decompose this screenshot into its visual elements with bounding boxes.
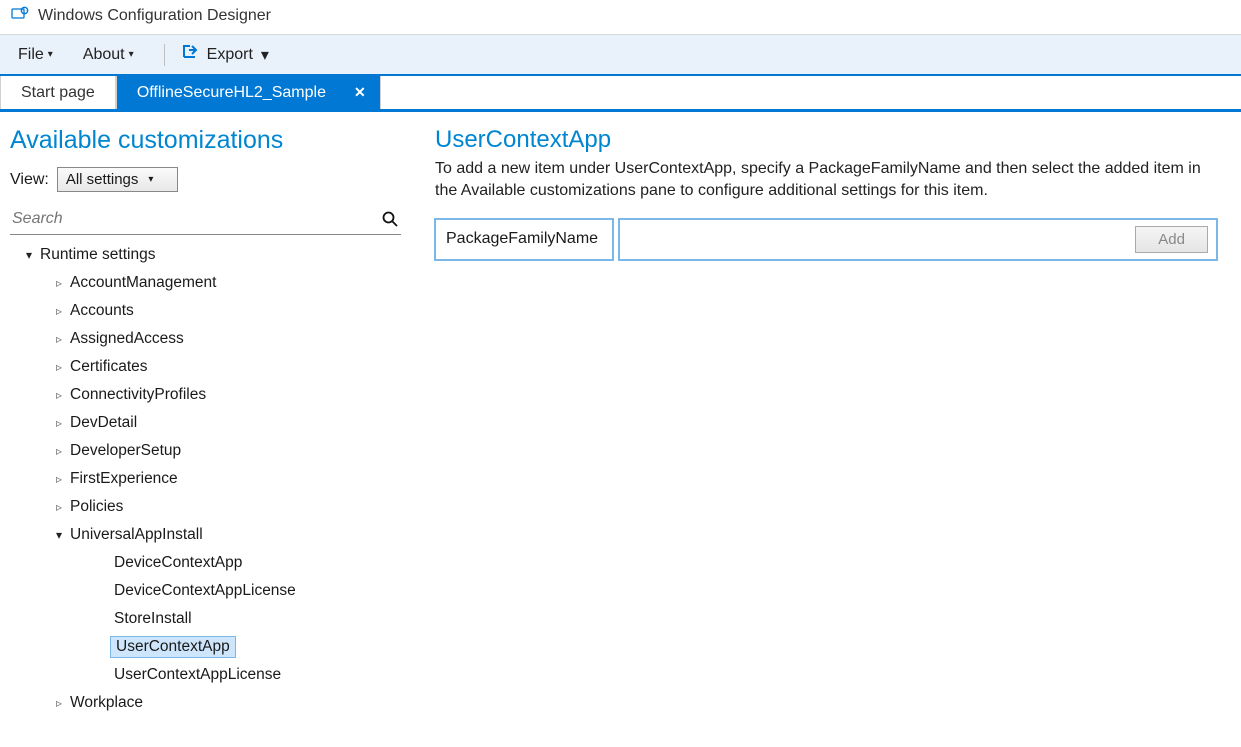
tab-label: OfflineSecureHL2_Sample — [137, 84, 326, 102]
expand-icon — [52, 360, 66, 374]
tree-node-devicecontextapp[interactable]: DeviceContextApp — [10, 549, 401, 577]
tab-project[interactable]: OfflineSecureHL2_Sample ✕ — [116, 76, 381, 109]
tree-node-certificates[interactable]: Certificates — [10, 353, 401, 381]
tree-node-workplace[interactable]: Workplace — [10, 689, 401, 717]
chevron-down-icon: ▾ — [261, 45, 269, 65]
add-button[interactable]: Add — [1135, 226, 1208, 253]
search-icon[interactable] — [381, 210, 399, 228]
titlebar: Windows Configuration Designer — [0, 0, 1241, 35]
settings-tree: Runtime settings AccountManagement Accou… — [10, 241, 401, 717]
expand-icon — [52, 332, 66, 346]
chevron-down-icon: ▾ — [129, 49, 134, 60]
search-row — [10, 204, 401, 235]
expand-icon — [52, 304, 66, 318]
tree-node-firstexperience[interactable]: FirstExperience — [10, 465, 401, 493]
tree-node-devdetail[interactable]: DevDetail — [10, 409, 401, 437]
expand-icon — [52, 444, 66, 458]
tree-node-usercontextapp[interactable]: UserContextApp — [10, 633, 401, 661]
expand-icon — [52, 276, 66, 290]
tree-node-usercontextapplicense[interactable]: UserContextAppLicense — [10, 661, 401, 689]
tab-start-page[interactable]: Start page — [0, 76, 116, 109]
setting-heading: UserContextApp — [435, 126, 1217, 154]
view-select[interactable]: All settings▾ — [57, 167, 179, 192]
sidebar: Available customizations View: All setti… — [0, 112, 411, 731]
collapse-icon — [22, 248, 36, 262]
expand-icon — [52, 500, 66, 514]
view-row: View: All settings▾ — [10, 167, 401, 192]
tree-node-assignedaccess[interactable]: AssignedAccess — [10, 325, 401, 353]
setting-description: To add a new item under UserContextApp, … — [435, 158, 1217, 203]
chevron-down-icon: ▾ — [48, 49, 53, 60]
tree-node-policies[interactable]: Policies — [10, 493, 401, 521]
packagefamilyname-input[interactable] — [628, 231, 1123, 248]
tree-node-developersetup[interactable]: DeveloperSetup — [10, 437, 401, 465]
collapse-icon — [52, 528, 66, 542]
export-icon — [181, 43, 199, 66]
tree-node-devicecontextapplicense[interactable]: DeviceContextAppLicense — [10, 577, 401, 605]
menu-about[interactable]: About▾ — [83, 46, 134, 64]
tree-node-runtime-settings[interactable]: Runtime settings — [10, 241, 401, 269]
app-icon — [10, 6, 38, 26]
tree-node-universalappinstall[interactable]: UniversalAppInstall — [10, 521, 401, 549]
tabbar: Start page OfflineSecureHL2_Sample ✕ — [0, 76, 1241, 112]
tree-node-accounts[interactable]: Accounts — [10, 297, 401, 325]
app-title: Windows Configuration Designer — [38, 7, 271, 25]
main-panel: UserContextApp To add a new item under U… — [411, 112, 1241, 731]
menubar: File▾ About▾ Export▾ — [0, 35, 1241, 76]
menu-file[interactable]: File▾ — [18, 46, 53, 64]
expand-icon — [52, 472, 66, 486]
chevron-down-icon: ▾ — [148, 174, 153, 185]
tree-node-connectivityprofiles[interactable]: ConnectivityProfiles — [10, 381, 401, 409]
menu-separator — [164, 44, 165, 66]
search-input[interactable] — [12, 210, 381, 228]
tree-node-storeinstall[interactable]: StoreInstall — [10, 605, 401, 633]
sidebar-heading: Available customizations — [10, 126, 401, 155]
expand-icon — [52, 416, 66, 430]
add-item-form: PackageFamilyName Add — [435, 219, 1217, 260]
expand-icon — [52, 696, 66, 710]
view-label: View: — [10, 171, 49, 189]
close-icon[interactable]: ✕ — [350, 84, 370, 101]
export-button[interactable]: Export▾ — [181, 43, 269, 66]
tree-node-accountmanagement[interactable]: AccountManagement — [10, 269, 401, 297]
content: Available customizations View: All setti… — [0, 112, 1241, 731]
expand-icon — [52, 388, 66, 402]
field-label: PackageFamilyName — [435, 219, 613, 260]
field-input-wrap: Add — [619, 219, 1217, 260]
